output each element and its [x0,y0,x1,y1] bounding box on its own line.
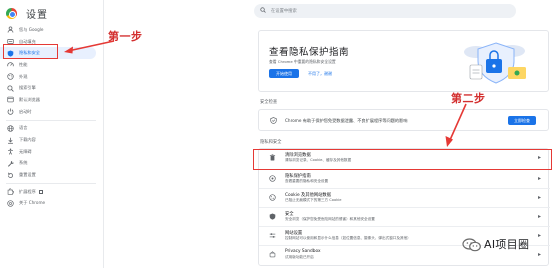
download-icon [7,137,14,144]
highlight-box-privacy-security [3,44,58,59]
sidebar-item-label: 语言 [19,125,28,131]
highlight-box-clear-browsing-data [253,149,552,170]
sidebar-item-label: 重置设置 [19,172,36,178]
sidebar-item-you-and-google[interactable]: 您与 Google [0,24,104,36]
privacy-guide-description: 查看 Chrome 中重要的隐私和安全设置 [269,59,336,64]
safety-shield-icon [270,117,277,126]
no-thanks-button[interactable]: 不用了，谢谢 [303,69,337,78]
search-icon [7,85,14,92]
row-subtitle: 已阻止无痕模式下的第三方 Cookie [285,198,342,202]
sidebar-item-accessibility[interactable]: 无障碍 [0,146,104,158]
sidebar-header: 设置 [6,4,48,22]
sidebar-divider [6,119,96,121]
row-subtitle: 安全浏览（保护您免受危险网站的侵害）和其他安全设置 [285,217,375,221]
watermark-text: AI项目圈 [484,238,530,251]
sandbox-icon [269,251,276,258]
chrome-icon [7,200,14,207]
safety-check-card: Chrome 有助于保护您免受数据泄露、不良扩展程序等问题的影响 立即检查 [258,109,549,131]
reset-icon [7,172,14,179]
sidebar-item-reset-settings[interactable]: 重置设置 [0,169,104,181]
chrome-logo-icon [6,7,17,19]
sidebar-item-system[interactable]: 系统 [0,158,104,170]
sidebar-item-label: 关于 Chrome [19,200,46,206]
sidebar-divider [6,182,96,184]
get-started-button[interactable]: 开始使用 [269,69,299,78]
search-input-placeholder: 在设置中搜索 [271,9,297,14]
sliders-icon [269,232,276,239]
sidebar-item-extensions[interactable]: 扩展程序 [0,186,104,198]
row-subtitle: 试用版功能已开启 [285,255,314,259]
row-title: Privacy Sandbox [285,249,321,254]
sidebar-item-about-chrome[interactable]: 关于 Chrome [0,198,104,210]
sidebar-item-default-browser[interactable]: 默认浏览器 [0,94,104,106]
step2-arrow [445,103,467,147]
person-icon [7,26,14,33]
safety-check-section-label: 安全检查 [260,100,278,105]
chevron-right-icon: ▸ [537,175,541,182]
row-subtitle: 查看重要的隐私和安全设置 [285,179,329,183]
speedometer-icon [7,61,14,68]
shield-icon [269,213,276,220]
sidebar-item-label: 性能 [19,61,28,67]
sidebar-item-on-startup[interactable]: 启动时 [0,106,104,118]
sidebar-item-label: 启动时 [19,108,32,114]
browser-icon [7,96,14,103]
settings-search-bar[interactable]: 在设置中搜索 [254,4,516,18]
privacy-guide-row[interactable]: 隐私保护指南 查看重要的隐私和安全设置 ▸ [259,169,550,186]
sidebar-item-label: 系统 [19,160,28,166]
sidebar-item-downloads[interactable]: 下载内容 [0,134,104,146]
wrench-icon [7,160,14,167]
sidebar-item-label: 扩展程序 [19,188,36,194]
cookie-icon [269,194,276,201]
privacy-guide-title: 查看隐私保护指南 [269,47,350,58]
settings-title: 设置 [26,9,48,21]
power-icon [7,108,14,115]
accessibility-icon [7,148,14,155]
sidebar-item-label: 外观 [19,73,28,79]
privacy-guide-card: 查看隐私保护指南 查看 Chrome 中重要的隐私和安全设置 开始使用 不用了，… [258,30,549,92]
palette-icon [7,73,14,80]
sidebar-item-label: 无障碍 [19,148,32,154]
watermark: AI项目圈 [462,236,529,252]
external-link-icon [38,189,43,194]
sidebar-item-label: 下载内容 [19,137,36,143]
step1-arrow [64,40,115,54]
sidebar-item-label: 搜索引擎 [19,85,36,91]
safety-check-text: Chrome 有助于保护您免受数据泄露、不良扩展程序等问题的影响 [285,118,408,123]
cookies-row[interactable]: Cookie 及其他网站数据 已阻止无痕模式下的第三方 Cookie ▸ [259,188,550,205]
sidebar-item-appearance[interactable]: 外观 [0,71,104,83]
security-row[interactable]: 安全 安全浏览（保护您免受危险网站的侵害）和其他安全设置 ▸ [259,207,550,224]
sidebar-item-languages[interactable]: 语言 [0,123,104,135]
sidebar-item-label: 默认浏览器 [19,96,40,102]
chevron-right-icon: ▸ [537,213,541,220]
wechat-icon [462,237,482,252]
puzzle-icon [7,188,14,195]
sidebar-item-label: 您与 Google [19,26,44,32]
external-link-icon: ▸ [537,251,541,258]
row-subtitle: 控制网站可以使用和显示什么信息（如位置信息、摄像头、弹出式窗口及其他） [285,236,411,240]
sidebar-item-performance[interactable]: 性能 [0,59,104,71]
sidebar-item-search-engine[interactable]: 搜索引擎 [0,82,104,94]
privacy-guide-illustration [464,42,526,84]
globe-icon [7,125,14,132]
check-now-button[interactable]: 立即检查 [508,116,536,125]
chevron-right-icon: ▸ [537,194,541,201]
guide-icon [269,175,276,182]
privacy-section-label: 隐私和安全 [260,140,282,145]
chevron-right-icon: ▸ [537,232,541,239]
search-icon [260,7,266,15]
